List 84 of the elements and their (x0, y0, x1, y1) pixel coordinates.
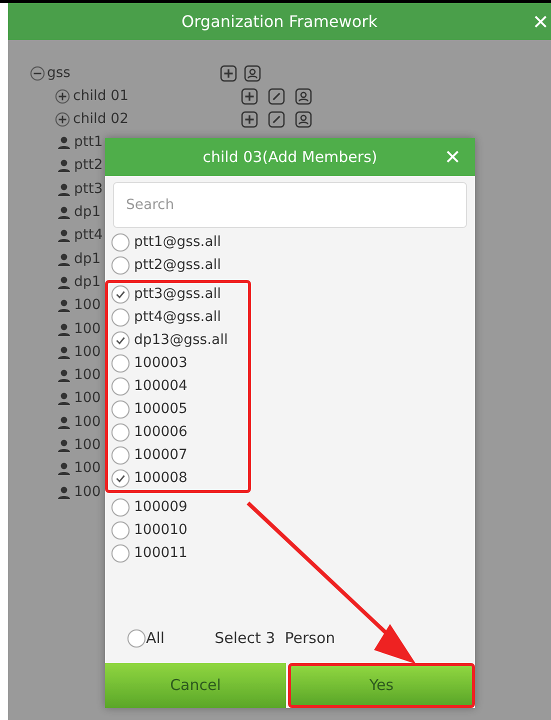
person-icon[interactable] (244, 65, 261, 82)
member-name[interactable]: ptt4 (74, 225, 103, 246)
check-circle[interactable] (111, 423, 130, 442)
select-all-radio[interactable] (127, 628, 146, 648)
person-icon[interactable] (295, 111, 312, 128)
member-name[interactable]: dp1 (74, 248, 101, 270)
member-option[interactable]: 100009 (134, 497, 188, 518)
member-option[interactable]: 100003 (134, 353, 188, 374)
person-icon (58, 462, 70, 476)
member-name[interactable]: 100 (74, 295, 101, 316)
member-name[interactable]: dp1 (74, 202, 101, 224)
tree-node[interactable]: gss (47, 63, 220, 84)
person-icon (58, 486, 70, 499)
member-name[interactable]: ptt2 (74, 155, 103, 176)
dialog-button[interactable]: Yes (288, 663, 475, 708)
person-icon (58, 299, 70, 312)
member-name[interactable]: ptt1 (74, 132, 103, 154)
edit-icon[interactable] (268, 111, 285, 128)
collapse-icon[interactable] (30, 66, 45, 81)
check-circle[interactable] (111, 331, 130, 350)
person-icon (58, 252, 70, 266)
select-all-label[interactable]: All (146, 626, 165, 650)
member-name[interactable]: 100 (74, 412, 101, 433)
person-icon (58, 159, 70, 172)
person-icon (58, 346, 70, 359)
add-icon[interactable] (241, 88, 258, 105)
person-icon (58, 322, 70, 336)
member-option[interactable]: 100010 (134, 520, 188, 541)
check-circle[interactable] (111, 285, 130, 304)
member-option[interactable]: 100011 (134, 543, 188, 564)
member-name[interactable]: dp1 (74, 272, 101, 293)
member-name[interactable]: ptt3 (74, 178, 103, 200)
dialog-title: child 03(Add Members) (202, 146, 378, 168)
person-icon (58, 136, 70, 150)
expand-icon[interactable] (55, 112, 70, 127)
person-icon (58, 369, 70, 382)
expand-icon[interactable] (55, 89, 70, 104)
check-circle[interactable] (111, 354, 130, 373)
selection-summary: Select 3 Person (214, 628, 336, 649)
member-option[interactable]: ptt3@gss.all (134, 284, 222, 305)
check-circle[interactable] (111, 308, 130, 327)
member-name[interactable]: 100 (74, 435, 101, 456)
close-button[interactable]: ✕ (444, 142, 461, 172)
member-option[interactable]: ptt1@gss.all (134, 232, 222, 253)
member-name[interactable]: 100 (74, 458, 101, 480)
check-circle[interactable] (111, 469, 130, 488)
person-icon (58, 392, 70, 406)
member-option[interactable]: 100006 (134, 422, 188, 443)
member-option[interactable]: ptt4@gss.all (134, 307, 222, 328)
member-option[interactable]: dp13@gss.all (134, 330, 228, 351)
add-icon[interactable] (241, 111, 258, 128)
member-name[interactable]: 100 (74, 318, 101, 340)
member-option[interactable]: 100005 (134, 399, 188, 420)
dialog-button[interactable]: Cancel (105, 663, 286, 708)
check-circle[interactable] (111, 521, 130, 540)
close-button[interactable]: ✕ (532, 6, 549, 36)
member-name[interactable]: 100 (74, 482, 101, 503)
check-circle[interactable] (111, 400, 130, 419)
person-icon (58, 416, 70, 429)
edit-icon[interactable] (268, 88, 285, 105)
window-title: Organization Framework (182, 10, 378, 32)
check-circle[interactable] (111, 446, 130, 465)
tree-node[interactable]: child 01 (73, 86, 241, 107)
person-icon[interactable] (295, 88, 312, 105)
member-name[interactable]: 100 (74, 388, 101, 410)
person-icon (58, 276, 70, 289)
member-option[interactable]: 100007 (134, 445, 188, 466)
member-name[interactable]: 100 (74, 342, 101, 363)
search-field[interactable]: Search (113, 182, 467, 228)
person-icon (58, 206, 70, 220)
person-icon (58, 182, 70, 196)
member-option[interactable]: 100008 (134, 468, 188, 489)
tree-node[interactable]: child 02 (73, 109, 241, 130)
person-icon (58, 229, 70, 242)
check-circle[interactable] (111, 256, 130, 275)
check-circle[interactable] (111, 498, 130, 517)
add-icon[interactable] (220, 65, 237, 82)
member-option[interactable]: 100004 (134, 376, 188, 397)
person-icon (58, 439, 70, 452)
check-circle[interactable] (111, 233, 130, 252)
check-circle[interactable] (111, 544, 130, 563)
member-name[interactable]: 100 (74, 365, 101, 386)
member-option[interactable]: ptt2@gss.all (134, 255, 222, 276)
check-circle[interactable] (111, 377, 130, 396)
